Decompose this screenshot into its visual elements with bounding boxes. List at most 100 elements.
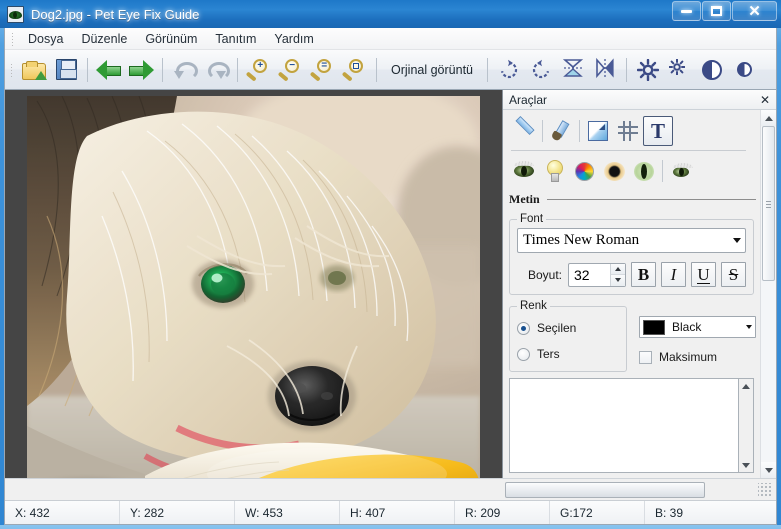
resize-grip-icon[interactable] xyxy=(758,482,772,497)
color-radio-column: Renk Seçilen Ters xyxy=(509,300,629,372)
color-wheel-tool-button[interactable] xyxy=(569,156,599,186)
spin-down-icon[interactable] xyxy=(611,275,625,286)
radio-ters[interactable]: Ters xyxy=(517,341,619,367)
window-controls: ✕ xyxy=(671,1,777,21)
brush-tool-button[interactable] xyxy=(546,116,576,146)
brightness-small-button[interactable] xyxy=(664,54,696,86)
rotate-ccw-button[interactable] xyxy=(525,54,557,86)
zoom-actual-button[interactable] xyxy=(339,54,371,86)
image-canvas[interactable] xyxy=(5,90,503,478)
pupil-tool-button[interactable] xyxy=(599,156,629,186)
zoom-in-button[interactable]: + xyxy=(243,54,275,86)
font-size-stepper[interactable]: 32 xyxy=(568,262,626,287)
text-input-area xyxy=(509,378,754,473)
contrast-small-button[interactable] xyxy=(728,54,760,86)
eye-fix-tool-button[interactable] xyxy=(509,156,539,186)
original-image-button[interactable]: Orjinal görüntü xyxy=(382,63,482,77)
text-scroll-down-icon[interactable] xyxy=(739,458,753,472)
italic-button[interactable]: I xyxy=(661,262,686,287)
menu-item-tanitim[interactable]: Tanıtım xyxy=(206,30,265,48)
gradient-tool-button[interactable] xyxy=(583,116,613,146)
zoom-fit-button[interactable]: = xyxy=(307,54,339,86)
radio-secilen[interactable]: Seçilen xyxy=(517,315,619,341)
underline-button[interactable]: U xyxy=(691,262,716,287)
panel-scroll-down-icon[interactable] xyxy=(761,462,776,478)
menu-item-gorunum[interactable]: Görünüm xyxy=(136,30,206,48)
font-family-select[interactable]: Times New Roman xyxy=(517,228,746,253)
rotate-cw-button[interactable] xyxy=(493,54,525,86)
zoom-in-icon: + xyxy=(245,58,271,82)
text-scroll-up-icon[interactable] xyxy=(739,379,753,393)
status-g: G:172 xyxy=(550,501,645,524)
tools-panel-scrollbar[interactable] xyxy=(760,110,776,478)
cat-eye-tool-button[interactable] xyxy=(629,156,659,186)
title-bar[interactable]: Dog2.jpg - Pet Eye Fix Guide ✕ xyxy=(0,0,781,28)
contrast-button[interactable] xyxy=(696,54,728,86)
tools-divider xyxy=(511,150,746,151)
panel-horizontal-scrollbar[interactable] xyxy=(505,481,772,498)
menu-item-yardim[interactable]: Yardım xyxy=(265,30,322,48)
open-icon xyxy=(22,60,47,80)
menu-item-dosya[interactable]: Dosya xyxy=(19,30,72,48)
panel-scroll-up-icon[interactable] xyxy=(761,110,776,126)
tools-scroll-area: T Metin Font Times New Roman Boyut: 32 B… xyxy=(503,110,776,478)
text-input[interactable] xyxy=(509,378,739,473)
eye-small-tool-button[interactable] xyxy=(666,156,696,186)
menu-grip-icon[interactable] xyxy=(11,31,15,46)
toolbar-separator xyxy=(162,57,163,82)
zoom-fit-icon: = xyxy=(309,58,335,82)
flip-horizontal-button[interactable] xyxy=(589,54,621,86)
text-tool-button[interactable]: T xyxy=(643,116,673,146)
strikethrough-label: S xyxy=(728,264,739,284)
contrast-small-icon xyxy=(736,62,752,77)
toolbar-separator xyxy=(87,57,88,82)
maksimum-checkbox-row[interactable]: Maksimum xyxy=(639,350,756,364)
status-w: W: 453 xyxy=(235,501,340,524)
menu-item-duzenle[interactable]: Düzenle xyxy=(72,30,136,48)
spin-up-icon[interactable] xyxy=(611,263,625,275)
toolbar-grip-icon[interactable] xyxy=(10,62,14,77)
maximize-button[interactable] xyxy=(702,1,731,21)
crop-tool-button[interactable] xyxy=(613,116,643,146)
close-icon: ✕ xyxy=(748,2,761,20)
eye-fix-icon xyxy=(512,161,536,181)
color-chevron-down-icon[interactable] xyxy=(743,325,755,329)
panel-hscroll-thumb[interactable] xyxy=(505,481,705,498)
back-button[interactable] xyxy=(93,54,125,86)
color-group-legend: Renk xyxy=(520,300,547,312)
forward-button[interactable] xyxy=(125,54,157,86)
undo-button[interactable] xyxy=(168,54,200,86)
chevron-down-icon[interactable] xyxy=(729,229,745,252)
zoom-out-button[interactable]: − xyxy=(275,54,307,86)
font-size-label: Boyut: xyxy=(527,267,562,282)
minimize-icon xyxy=(681,9,692,13)
text-input-scrollbar[interactable] xyxy=(739,378,754,473)
radio-ters-label: Ters xyxy=(537,347,560,361)
strikethrough-button[interactable]: S xyxy=(721,262,746,287)
redo-button[interactable] xyxy=(200,54,232,86)
maksimum-checkbox[interactable] xyxy=(639,350,652,364)
minimize-button[interactable] xyxy=(672,1,701,21)
redo-icon xyxy=(205,60,230,80)
metin-label: Metin xyxy=(509,192,540,206)
color-select[interactable]: Black xyxy=(639,316,756,338)
open-button[interactable] xyxy=(18,54,50,86)
brightness-button[interactable] xyxy=(632,54,664,86)
panel-scroll-track[interactable] xyxy=(761,126,776,462)
status-r: R: 209 xyxy=(455,501,550,524)
bold-button[interactable]: B xyxy=(631,262,656,287)
flip-vertical-button[interactable] xyxy=(557,54,589,86)
panel-scroll-thumb[interactable] xyxy=(762,126,775,281)
line-tool-button[interactable] xyxy=(509,116,539,146)
photo-image[interactable] xyxy=(27,96,480,478)
tools-panel-close-icon[interactable]: ✕ xyxy=(758,93,772,107)
dog-photo xyxy=(27,96,480,478)
close-button[interactable]: ✕ xyxy=(732,1,777,21)
color-swatch xyxy=(643,319,665,335)
font-size-spin-buttons[interactable] xyxy=(610,263,625,286)
status-b: B: 39 xyxy=(655,505,684,520)
lightbulb-tool-button[interactable] xyxy=(539,156,569,186)
crop-tool-icon xyxy=(618,121,638,141)
save-button[interactable] xyxy=(50,54,82,86)
status-y: Y: 282 xyxy=(120,501,235,524)
